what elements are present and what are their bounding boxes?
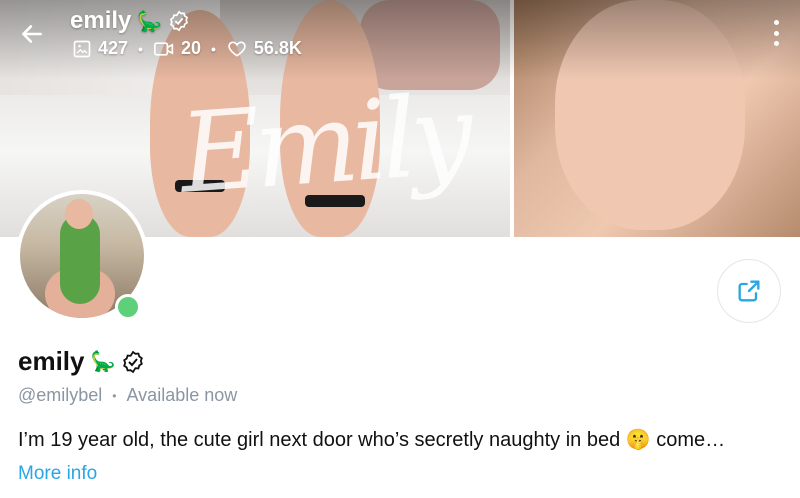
online-status-dot xyxy=(115,294,141,320)
kebab-menu-icon xyxy=(773,20,779,25)
profile-name-emoji: 🦕 xyxy=(90,351,116,373)
share-icon xyxy=(738,280,760,302)
stat-videos-count: 20 xyxy=(180,38,201,58)
availability-status: Available now xyxy=(126,385,238,405)
kebab-menu-icon xyxy=(773,30,779,36)
stat-photos: 427 xyxy=(72,38,128,59)
verified-badge-icon xyxy=(170,10,189,32)
avatar-figure-head xyxy=(65,199,93,229)
stat-videos: 20 xyxy=(153,38,201,59)
arrow-left-icon xyxy=(22,25,42,43)
header-stats: 427 • 20 • 56.8K xyxy=(72,38,302,59)
more-info-link[interactable]: More info xyxy=(18,463,97,485)
back-button[interactable] xyxy=(16,18,48,50)
stat-separator: • xyxy=(138,40,143,57)
header-title: emily 🦕 xyxy=(70,7,190,35)
handle-row: @emilybel • Available now xyxy=(18,385,237,406)
profile-name-text: emily xyxy=(18,346,85,376)
more-options-button[interactable] xyxy=(768,20,784,46)
kebab-menu-icon xyxy=(773,41,779,46)
image-icon xyxy=(73,40,91,57)
stat-likes-count: 56.8K xyxy=(253,38,302,58)
profile-handle: @emilybel xyxy=(18,385,103,405)
profile-bio: I’m 19 year old, the cute girl next door… xyxy=(18,429,726,451)
stat-separator: • xyxy=(210,40,216,57)
header-name-emoji: 🦕 xyxy=(137,10,163,33)
video-icon xyxy=(153,41,174,56)
stat-likes: 56.8K xyxy=(226,38,302,59)
share-button[interactable] xyxy=(717,259,781,323)
profile-name: emily 🦕 xyxy=(18,346,145,377)
cover-script-text: Emily xyxy=(175,70,472,218)
header-name: emily xyxy=(70,7,132,34)
handle-separator: • xyxy=(112,388,117,403)
verified-badge-icon xyxy=(123,350,144,373)
stat-photos-count: 427 xyxy=(98,38,129,58)
heart-icon xyxy=(228,40,246,57)
